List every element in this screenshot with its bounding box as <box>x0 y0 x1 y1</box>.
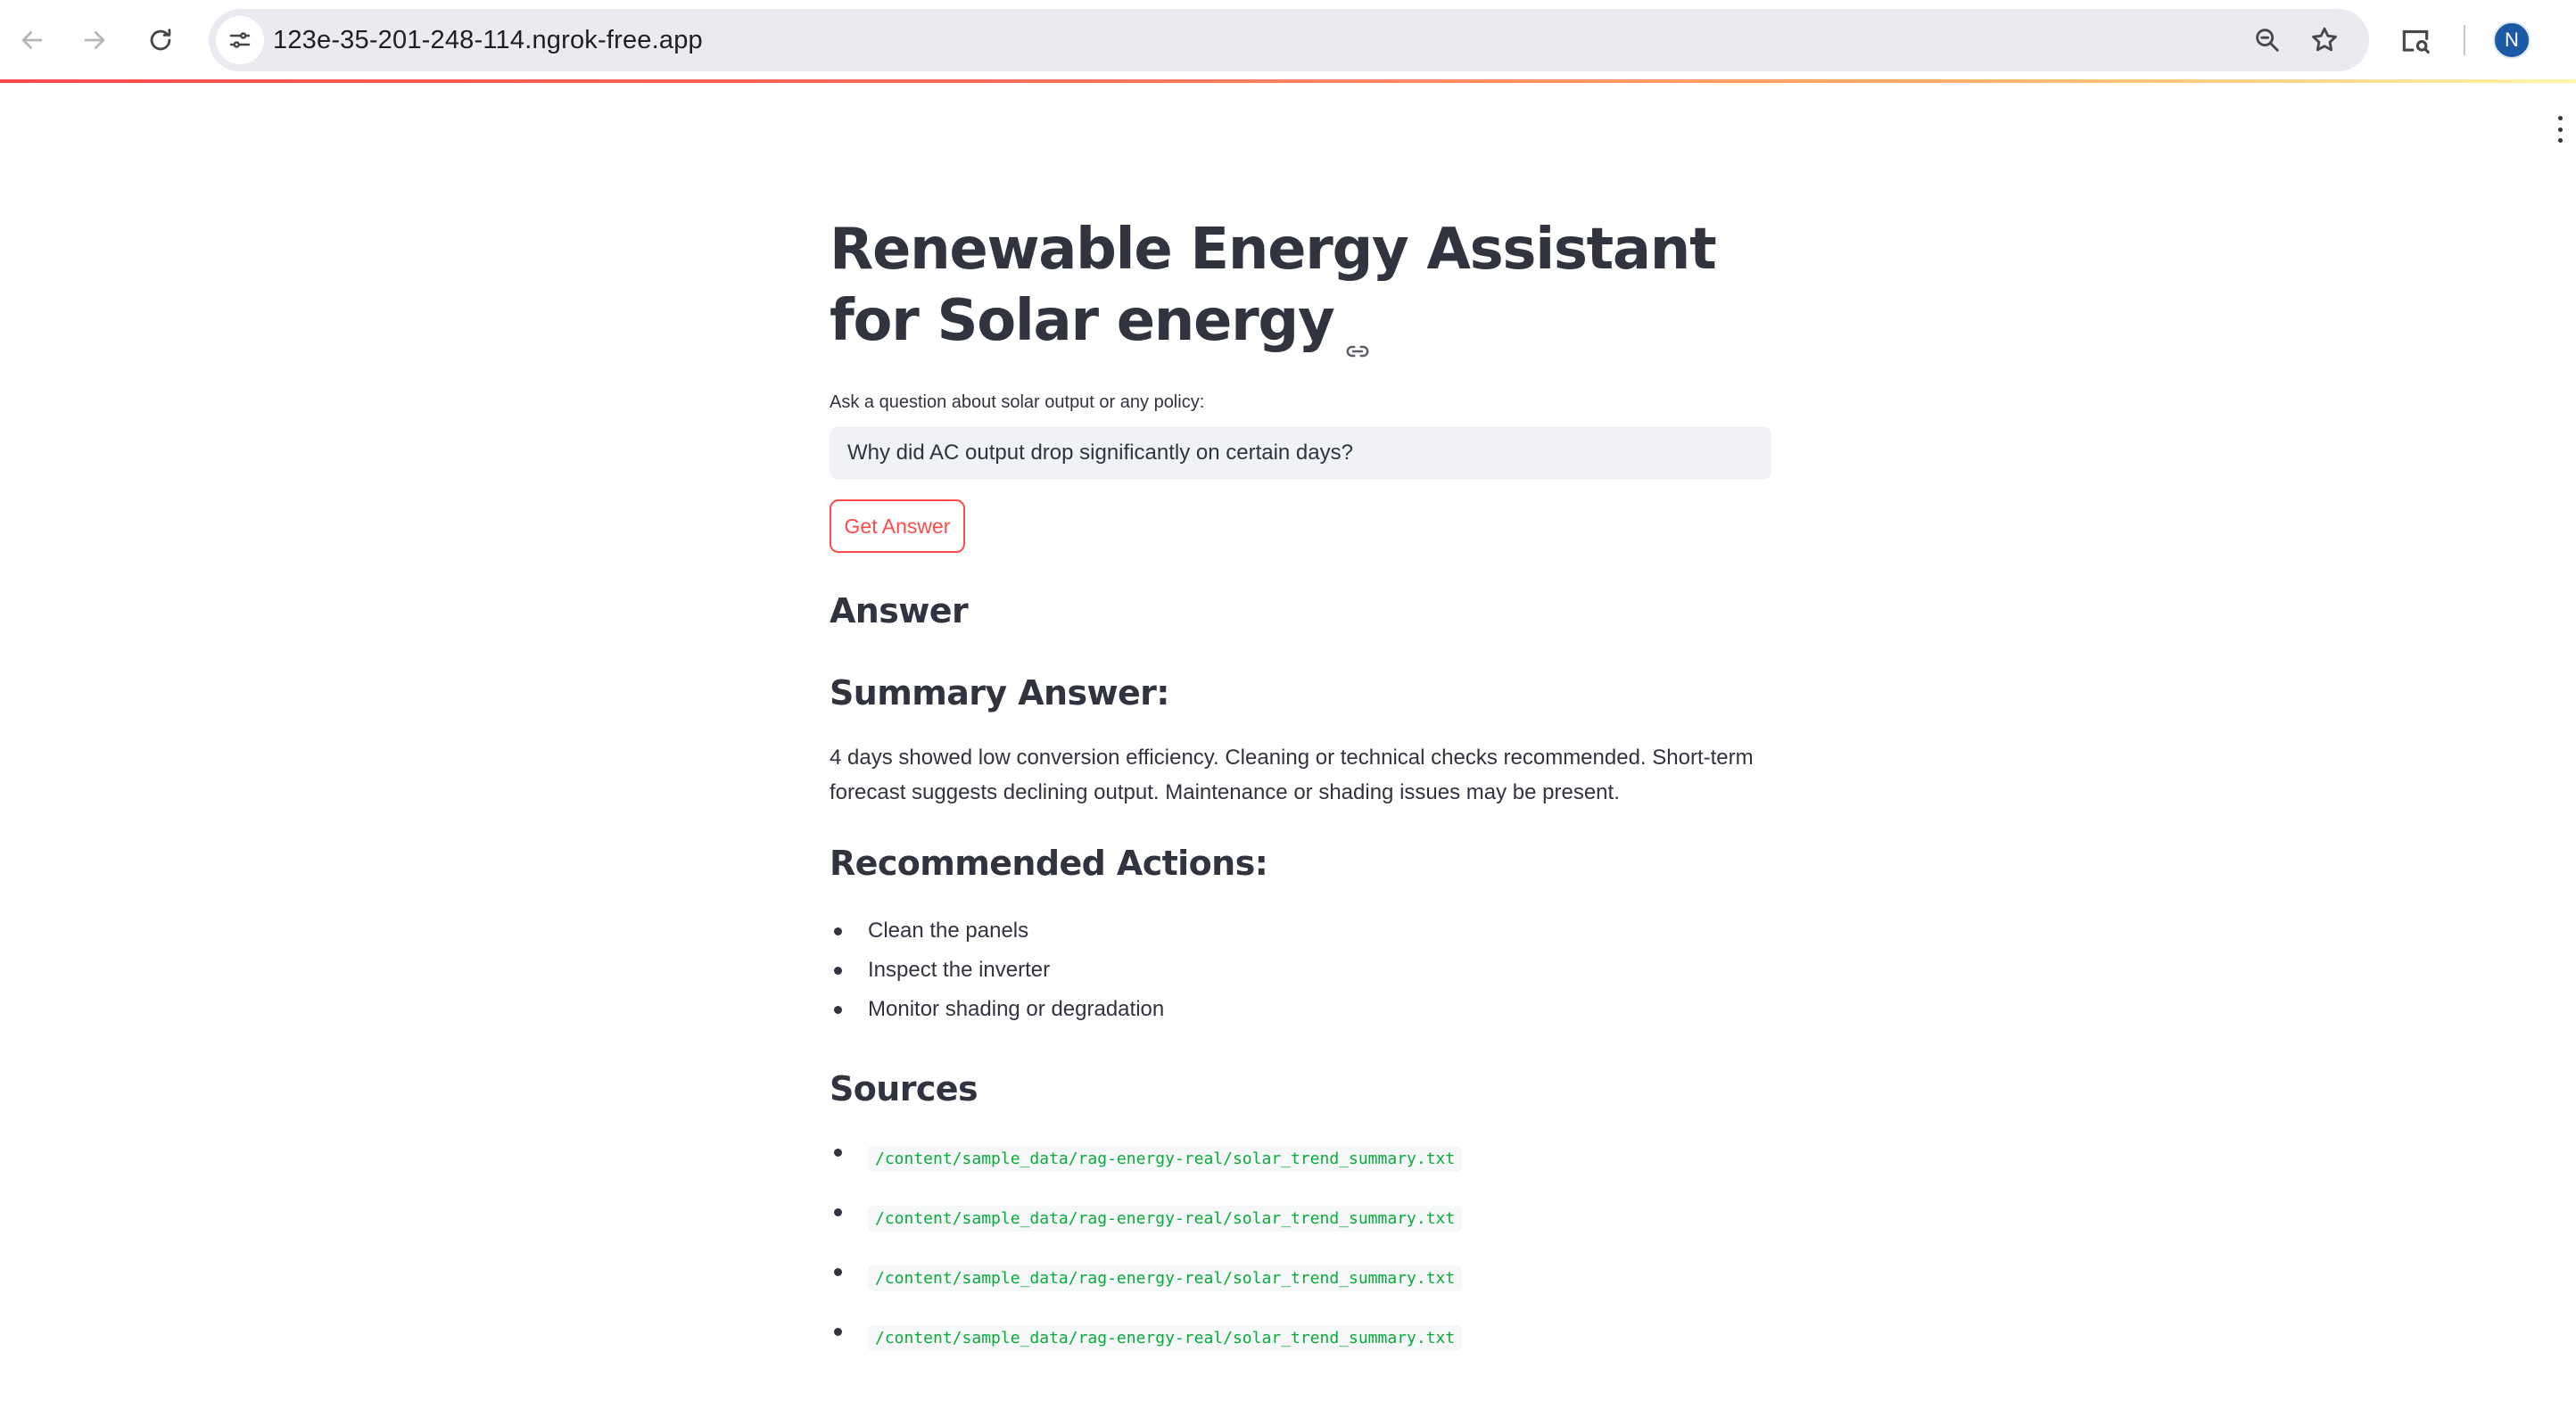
forward-button[interactable] <box>70 15 120 65</box>
get-answer-button[interactable]: Get Answer <box>830 499 965 553</box>
reload-button[interactable] <box>136 15 186 65</box>
reload-icon <box>150 29 171 51</box>
page-title: Renewable Energy Assistant for Solar ene… <box>830 214 1771 358</box>
zoom-icon <box>2256 29 2279 52</box>
url-text[interactable]: 123e-35-201-248-114.ngrok-free.app <box>273 9 703 71</box>
actions-heading: Recommended Actions: <box>830 844 1268 883</box>
site-info-button[interactable] <box>216 16 264 64</box>
arrow-left-icon <box>21 31 43 49</box>
source-item: /content/sample_data/rag-energy-real/sol… <box>830 1321 1463 1380</box>
browser-toolbar: 123e-35-201-248-114.ngrok-free.app N <box>0 0 2576 80</box>
source-item: /content/sample_data/rag-energy-real/sol… <box>830 1261 1463 1321</box>
app-top-decoration <box>0 79 2576 83</box>
question-input[interactable] <box>830 426 1771 480</box>
source-path: /content/sample_data/rag-energy-real/sol… <box>868 1146 1463 1172</box>
address-bar[interactable]: 123e-35-201-248-114.ngrok-free.app <box>209 9 2369 71</box>
page-title-text: Renewable Energy Assistant for Solar ene… <box>830 217 1717 354</box>
source-path: /content/sample_data/rag-energy-real/sol… <box>868 1206 1463 1232</box>
star-icon <box>2312 27 2337 52</box>
list-item: Inspect the inverter <box>830 954 1164 993</box>
link-icon[interactable] <box>1344 310 1371 358</box>
question-label: Ask a question about solar output or any… <box>830 392 1205 412</box>
anchor-link-icon <box>1346 346 1369 358</box>
list-item: Monitor shading or degradation <box>830 993 1164 1033</box>
back-button[interactable] <box>7 15 57 65</box>
source-item: /content/sample_data/rag-energy-real/sol… <box>830 1201 1463 1261</box>
sources-heading: Sources <box>830 1069 978 1108</box>
avatar[interactable]: N <box>2493 21 2531 59</box>
answer-heading: Answer <box>830 591 969 630</box>
arrow-right-icon <box>84 31 105 49</box>
summary-text: 4 days showed low conversion efficiency.… <box>830 746 1754 804</box>
bookmark-button[interactable] <box>2305 21 2344 60</box>
screen-search-icon <box>2402 29 2430 54</box>
screen-search-button[interactable] <box>2393 18 2438 62</box>
zoom-button[interactable] <box>2248 21 2287 60</box>
app-main-menu[interactable] <box>2551 116 2569 143</box>
source-path: /content/sample_data/rag-energy-real/sol… <box>868 1325 1463 1351</box>
vertical-dots-icon <box>2557 116 2563 120</box>
sources-list: /content/sample_data/rag-energy-real/sol… <box>830 1141 1463 1380</box>
list-item: Clean the panels <box>830 915 1164 954</box>
tune-icon <box>229 32 251 48</box>
actions-list: Clean the panels Inspect the inverter Mo… <box>830 915 1164 1033</box>
summary-heading: Summary Answer: <box>830 673 1169 713</box>
source-path: /content/sample_data/rag-energy-real/sol… <box>868 1265 1463 1291</box>
source-item: /content/sample_data/rag-energy-real/sol… <box>830 1141 1463 1201</box>
toolbar-divider <box>2464 25 2465 55</box>
